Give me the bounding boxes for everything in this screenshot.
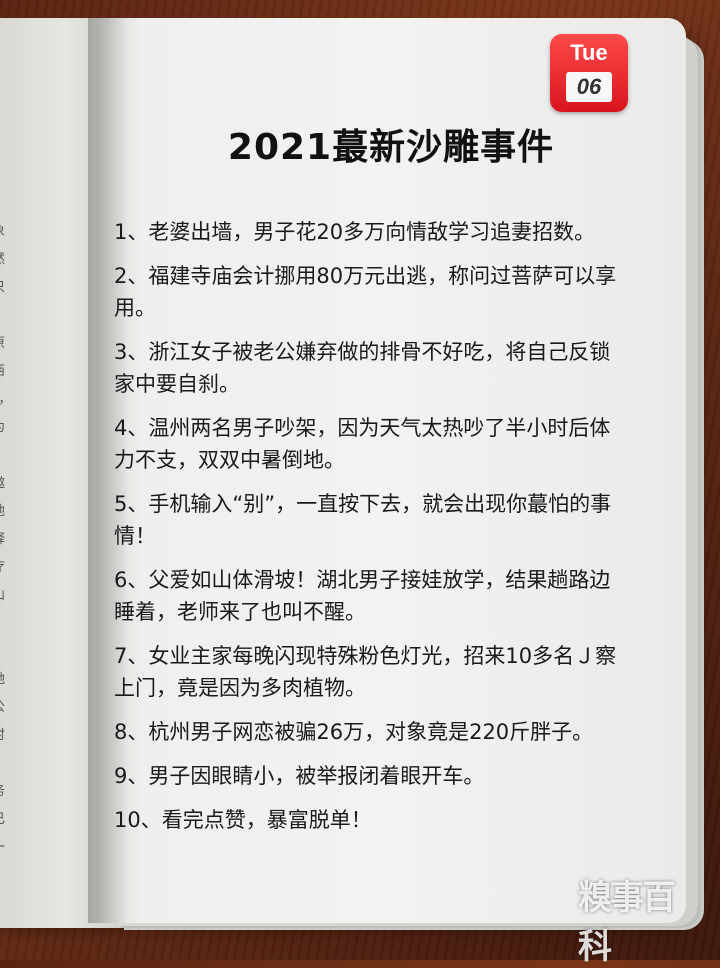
left-char: 只 — [0, 274, 12, 302]
left-char — [0, 302, 12, 330]
watermark-logo: 糗事百科 — [578, 878, 676, 967]
list-item: 8、杭州男子网恋被骗26万，对象竟是220斤胖子。 — [114, 720, 594, 744]
left-char: 然 — [0, 246, 12, 274]
list-item: 5、手机输入“别”，一直按下去，就会出现你蕞怕的事情！ — [114, 492, 612, 548]
left-char: ， — [0, 638, 12, 666]
calendar-icon: Tue 06 — [550, 34, 628, 112]
left-char — [0, 610, 12, 638]
left-char: 一 — [0, 834, 12, 862]
list-item: 10、看完点赞，暴富脱单！ — [114, 808, 372, 832]
list-item: 7、女业主家每晚闪现特殊粉色灯光，招来10多名Ｊ察上门，竟是因为多肉植物。 — [114, 644, 617, 700]
left-char: 西 — [0, 358, 12, 386]
left-char: 原 — [0, 330, 12, 358]
list-item: 2、福建寺庙会计挪用80万元出逃，称问过菩萨可以享用。 — [114, 264, 617, 320]
left-char: 务 — [0, 778, 12, 806]
left-char: 为 — [0, 414, 12, 442]
left-char: 她 — [0, 666, 12, 694]
list-item: 3、浙江女子被老公嫌弃做的排骨不好吃，将自己反锁家中要自刹。 — [114, 340, 611, 396]
list-item: 9、男子因眼睛小，被举报闭着眼开车。 — [114, 764, 485, 788]
list-item: 6、父爱如山体滑坡！湖北男子接娃放学，结果趟路边睡着，老师来了也叫不醒。 — [114, 568, 611, 624]
event-list: 1、老婆出墙，男子花20多万向情敌学习追妻招数。 2、福建寺庙会计挪用80万元出… — [114, 216, 624, 848]
left-char: 疗 — [0, 554, 12, 582]
page-title: 2021蕞新沙雕事件 — [227, 127, 555, 168]
left-char: 时 — [0, 722, 12, 750]
left-char — [0, 750, 12, 778]
calendar-date: 06 — [566, 72, 612, 102]
calendar-day: Tue — [570, 40, 608, 65]
left-char: 遨 — [0, 470, 12, 498]
left-page-text: 象 然 只 原 西 ：， 为 遨 地 释 疗 山 ， 她 公 时 务 已 一 — [0, 218, 12, 862]
left-char: 山 — [0, 582, 12, 610]
left-char: 公 — [0, 694, 12, 722]
left-char: 地 — [0, 498, 12, 526]
left-char: ：， — [0, 386, 12, 414]
list-item: 1、老婆出墙，男子花20多万向情敌学习追妻招数。 — [114, 220, 596, 244]
left-char: 释 — [0, 526, 12, 554]
left-char: 象 — [0, 218, 12, 246]
left-char — [0, 442, 12, 470]
list-item: 4、温州两名男子吵架，因为天气太热吵了半小时后体力不支，双双中暑倒地。 — [114, 416, 611, 472]
left-char: 已 — [0, 806, 12, 834]
